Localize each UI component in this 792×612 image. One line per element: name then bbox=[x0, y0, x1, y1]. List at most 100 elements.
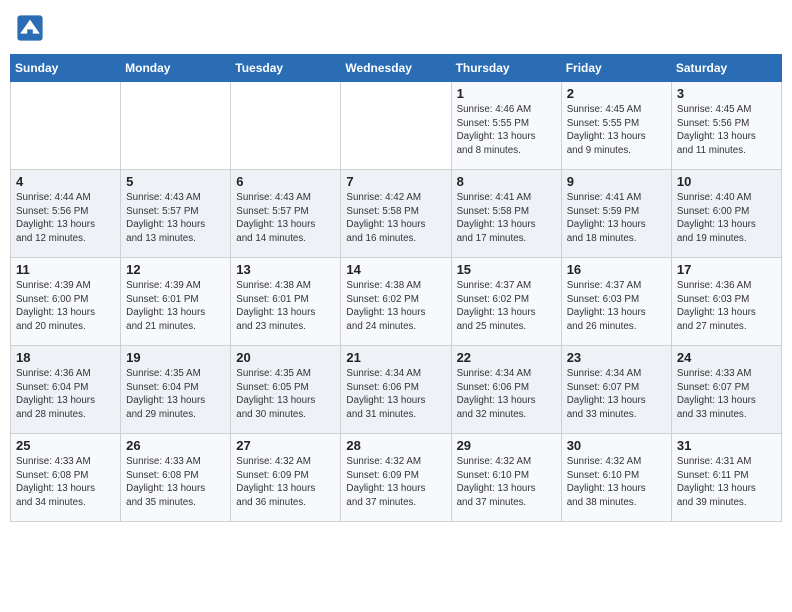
day-info: Sunrise: 4:32 AM Sunset: 6:10 PM Dayligh… bbox=[457, 455, 556, 510]
day-number: 14 bbox=[346, 262, 445, 277]
day-number: 16 bbox=[567, 262, 666, 277]
calendar-cell: 5 Sunrise: 4:43 AM Sunset: 5:57 PM Daylig… bbox=[121, 170, 231, 258]
day-info: Sunrise: 4:39 AM Sunset: 6:01 PM Dayligh… bbox=[126, 279, 225, 334]
calendar-cell: 8 Sunrise: 4:41 AM Sunset: 5:58 PM Daylig… bbox=[451, 170, 561, 258]
day-info: Sunrise: 4:32 AM Sunset: 6:10 PM Dayligh… bbox=[567, 455, 666, 510]
day-number: 8 bbox=[457, 174, 556, 189]
calendar-week-3: 11 Sunrise: 4:39 AM Sunset: 6:00 PM Dayli… bbox=[11, 258, 782, 346]
day-info: Sunrise: 4:41 AM Sunset: 5:58 PM Dayligh… bbox=[457, 191, 556, 246]
calendar-cell: 19 Sunrise: 4:35 AM Sunset: 6:04 PM Dayli… bbox=[121, 346, 231, 434]
calendar-cell: 21 Sunrise: 4:34 AM Sunset: 6:06 PM Dayli… bbox=[341, 346, 451, 434]
calendar-week-1: 1 Sunrise: 4:46 AM Sunset: 5:55 PM Daylig… bbox=[11, 82, 782, 170]
calendar-cell: 10 Sunrise: 4:40 AM Sunset: 6:00 PM Dayli… bbox=[671, 170, 781, 258]
day-info: Sunrise: 4:37 AM Sunset: 6:02 PM Dayligh… bbox=[457, 279, 556, 334]
day-info: Sunrise: 4:39 AM Sunset: 6:00 PM Dayligh… bbox=[16, 279, 115, 334]
calendar-week-4: 18 Sunrise: 4:36 AM Sunset: 6:04 PM Dayli… bbox=[11, 346, 782, 434]
calendar-cell: 15 Sunrise: 4:37 AM Sunset: 6:02 PM Dayli… bbox=[451, 258, 561, 346]
day-number: 15 bbox=[457, 262, 556, 277]
calendar-cell bbox=[11, 82, 121, 170]
logo-icon bbox=[16, 14, 44, 42]
weekday-header-wednesday: Wednesday bbox=[341, 55, 451, 82]
calendar-cell: 7 Sunrise: 4:42 AM Sunset: 5:58 PM Daylig… bbox=[341, 170, 451, 258]
day-number: 4 bbox=[16, 174, 115, 189]
calendar-cell: 27 Sunrise: 4:32 AM Sunset: 6:09 PM Dayli… bbox=[231, 434, 341, 522]
day-info: Sunrise: 4:40 AM Sunset: 6:00 PM Dayligh… bbox=[677, 191, 776, 246]
calendar-cell: 16 Sunrise: 4:37 AM Sunset: 6:03 PM Dayli… bbox=[561, 258, 671, 346]
day-number: 1 bbox=[457, 86, 556, 101]
day-info: Sunrise: 4:46 AM Sunset: 5:55 PM Dayligh… bbox=[457, 103, 556, 158]
calendar-cell: 22Sunrise: 4:34 AM Sunset: 6:06 PM Dayli… bbox=[451, 346, 561, 434]
day-number: 21 bbox=[346, 350, 445, 365]
calendar-cell: 26 Sunrise: 4:33 AM Sunset: 6:08 PM Dayli… bbox=[121, 434, 231, 522]
calendar-cell bbox=[231, 82, 341, 170]
day-info: Sunrise: 4:32 AM Sunset: 6:09 PM Dayligh… bbox=[236, 455, 335, 510]
calendar-cell bbox=[121, 82, 231, 170]
day-info: Sunrise: 4:31 AM Sunset: 6:11 PM Dayligh… bbox=[677, 455, 776, 510]
day-number: 10 bbox=[677, 174, 776, 189]
day-number: 18 bbox=[16, 350, 115, 365]
calendar-cell: 1 Sunrise: 4:46 AM Sunset: 5:55 PM Daylig… bbox=[451, 82, 561, 170]
weekday-header-row: SundayMondayTuesdayWednesdayThursdayFrid… bbox=[11, 55, 782, 82]
calendar-week-2: 4Sunrise: 4:44 AM Sunset: 5:56 PM Daylig… bbox=[11, 170, 782, 258]
day-info: Sunrise: 4:34 AM Sunset: 6:06 PM Dayligh… bbox=[346, 367, 445, 422]
day-number: 30 bbox=[567, 438, 666, 453]
weekday-header-friday: Friday bbox=[561, 55, 671, 82]
day-number: 31 bbox=[677, 438, 776, 453]
day-info: Sunrise: 4:45 AM Sunset: 5:55 PM Dayligh… bbox=[567, 103, 666, 158]
day-number: 5 bbox=[126, 174, 225, 189]
day-number: 13 bbox=[236, 262, 335, 277]
calendar-cell: 17Sunrise: 4:36 AM Sunset: 6:03 PM Dayli… bbox=[671, 258, 781, 346]
calendar-week-5: 25 Sunrise: 4:33 AM Sunset: 6:08 PM Dayli… bbox=[11, 434, 782, 522]
weekday-header-tuesday: Tuesday bbox=[231, 55, 341, 82]
calendar-cell: 25 Sunrise: 4:33 AM Sunset: 6:08 PM Dayli… bbox=[11, 434, 121, 522]
day-info: Sunrise: 4:32 AM Sunset: 6:09 PM Dayligh… bbox=[346, 455, 445, 510]
day-number: 9 bbox=[567, 174, 666, 189]
day-info: Sunrise: 4:35 AM Sunset: 6:05 PM Dayligh… bbox=[236, 367, 335, 422]
day-number: 2 bbox=[567, 86, 666, 101]
day-info: Sunrise: 4:33 AM Sunset: 6:07 PM Dayligh… bbox=[677, 367, 776, 422]
page-header bbox=[10, 10, 782, 46]
day-info: Sunrise: 4:45 AM Sunset: 5:56 PM Dayligh… bbox=[677, 103, 776, 158]
calendar-cell: 4Sunrise: 4:44 AM Sunset: 5:56 PM Daylig… bbox=[11, 170, 121, 258]
day-info: Sunrise: 4:42 AM Sunset: 5:58 PM Dayligh… bbox=[346, 191, 445, 246]
day-info: Sunrise: 4:33 AM Sunset: 6:08 PM Dayligh… bbox=[16, 455, 115, 510]
day-info: Sunrise: 4:41 AM Sunset: 5:59 PM Dayligh… bbox=[567, 191, 666, 246]
day-number: 22 bbox=[457, 350, 556, 365]
calendar-table: SundayMondayTuesdayWednesdayThursdayFrid… bbox=[10, 54, 782, 522]
calendar-cell: 20 Sunrise: 4:35 AM Sunset: 6:05 PM Dayli… bbox=[231, 346, 341, 434]
calendar-cell bbox=[341, 82, 451, 170]
weekday-header-sunday: Sunday bbox=[11, 55, 121, 82]
day-info: Sunrise: 4:35 AM Sunset: 6:04 PM Dayligh… bbox=[126, 367, 225, 422]
day-number: 23 bbox=[567, 350, 666, 365]
day-number: 20 bbox=[236, 350, 335, 365]
day-info: Sunrise: 4:33 AM Sunset: 6:08 PM Dayligh… bbox=[126, 455, 225, 510]
day-number: 11 bbox=[16, 262, 115, 277]
calendar-cell: 28Sunrise: 4:32 AM Sunset: 6:09 PM Dayli… bbox=[341, 434, 451, 522]
day-number: 24 bbox=[677, 350, 776, 365]
calendar-cell: 3 Sunrise: 4:45 AM Sunset: 5:56 PM Daylig… bbox=[671, 82, 781, 170]
calendar-cell: 31 Sunrise: 4:31 AM Sunset: 6:11 PM Dayli… bbox=[671, 434, 781, 522]
calendar-cell: 11 Sunrise: 4:39 AM Sunset: 6:00 PM Dayli… bbox=[11, 258, 121, 346]
day-number: 7 bbox=[346, 174, 445, 189]
day-number: 19 bbox=[126, 350, 225, 365]
day-number: 26 bbox=[126, 438, 225, 453]
weekday-header-monday: Monday bbox=[121, 55, 231, 82]
day-info: Sunrise: 4:43 AM Sunset: 5:57 PM Dayligh… bbox=[126, 191, 225, 246]
day-number: 25 bbox=[16, 438, 115, 453]
day-info: Sunrise: 4:36 AM Sunset: 6:03 PM Dayligh… bbox=[677, 279, 776, 334]
calendar-cell: 2 Sunrise: 4:45 AM Sunset: 5:55 PM Daylig… bbox=[561, 82, 671, 170]
day-number: 6 bbox=[236, 174, 335, 189]
day-number: 12 bbox=[126, 262, 225, 277]
day-number: 27 bbox=[236, 438, 335, 453]
calendar-cell: 13Sunrise: 4:38 AM Sunset: 6:01 PM Dayli… bbox=[231, 258, 341, 346]
calendar-cell: 24 Sunrise: 4:33 AM Sunset: 6:07 PM Dayli… bbox=[671, 346, 781, 434]
day-info: Sunrise: 4:37 AM Sunset: 6:03 PM Dayligh… bbox=[567, 279, 666, 334]
calendar-cell: 12 Sunrise: 4:39 AM Sunset: 6:01 PM Dayli… bbox=[121, 258, 231, 346]
weekday-header-saturday: Saturday bbox=[671, 55, 781, 82]
day-info: Sunrise: 4:38 AM Sunset: 6:02 PM Dayligh… bbox=[346, 279, 445, 334]
calendar-cell: 6Sunrise: 4:43 AM Sunset: 5:57 PM Daylig… bbox=[231, 170, 341, 258]
calendar-cell: 18 Sunrise: 4:36 AM Sunset: 6:04 PM Dayli… bbox=[11, 346, 121, 434]
day-number: 3 bbox=[677, 86, 776, 101]
day-info: Sunrise: 4:34 AM Sunset: 6:07 PM Dayligh… bbox=[567, 367, 666, 422]
day-info: Sunrise: 4:36 AM Sunset: 6:04 PM Dayligh… bbox=[16, 367, 115, 422]
